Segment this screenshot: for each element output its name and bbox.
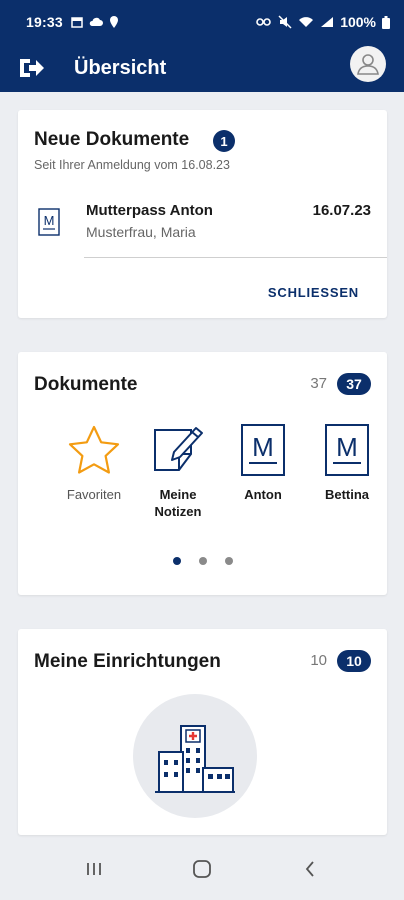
user-icon bbox=[357, 54, 379, 75]
new-documents-badge: 1 bbox=[213, 130, 235, 152]
facilities-badge: 10 bbox=[337, 650, 371, 672]
page-indicator bbox=[18, 557, 387, 565]
tile-anton[interactable]: M Anton bbox=[221, 422, 305, 503]
star-icon bbox=[68, 425, 120, 474]
key-icon bbox=[256, 18, 271, 26]
signal-icon bbox=[321, 17, 334, 27]
tile-bettina[interactable]: M Bettina bbox=[305, 422, 389, 503]
system-navigation-bar bbox=[0, 838, 404, 900]
calendar-icon bbox=[71, 17, 83, 28]
svg-text:M: M bbox=[252, 432, 274, 462]
profile-avatar-button[interactable] bbox=[350, 46, 386, 82]
documents-badge: 37 bbox=[337, 373, 371, 395]
notes-icon bbox=[154, 427, 203, 471]
hospital-icon bbox=[155, 725, 235, 793]
back-button[interactable] bbox=[290, 849, 330, 889]
home-button[interactable] bbox=[182, 849, 222, 889]
page-dot[interactable] bbox=[198, 557, 207, 565]
mute-icon bbox=[278, 15, 292, 29]
document-m-icon: M bbox=[325, 424, 369, 476]
document-date: 16.07.23 bbox=[312, 202, 371, 219]
recent-apps-icon bbox=[87, 863, 101, 875]
documents-card: Dokumente 37 37 Favoriten Meine Notizen bbox=[18, 352, 387, 595]
document-name: Mutterpass Anton bbox=[86, 202, 213, 219]
documents-count: 37 bbox=[310, 375, 327, 392]
facilities-count: 10 bbox=[310, 652, 327, 669]
page-dot[interactable] bbox=[172, 557, 181, 565]
status-time: 19:33 bbox=[26, 14, 63, 30]
battery-percent: 100% bbox=[340, 14, 376, 30]
documents-tiles: Favoriten Meine Notizen M Anton M Bettin… bbox=[18, 422, 387, 532]
documents-title: Dokumente bbox=[34, 374, 138, 395]
logout-button[interactable] bbox=[14, 51, 48, 85]
status-bar: 19:33 100% bbox=[0, 0, 404, 44]
new-documents-card: Neue Dokumente 1 Seit Ihrer Anmeldung vo… bbox=[18, 110, 387, 318]
tile-label: Anton bbox=[244, 487, 282, 502]
new-documents-subtitle: Seit Ihrer Anmeldung vom 16.08.23 bbox=[34, 158, 230, 172]
app-bar: Übersicht bbox=[0, 44, 404, 92]
logout-icon bbox=[20, 59, 44, 77]
back-icon bbox=[305, 861, 314, 877]
page-title: Übersicht bbox=[74, 56, 167, 79]
tile-label: Meine Notizen bbox=[154, 487, 202, 519]
recent-apps-button[interactable] bbox=[74, 849, 114, 889]
cloud-icon bbox=[89, 17, 103, 26]
page-dot[interactable] bbox=[224, 557, 233, 565]
new-document-item[interactable]: M Mutterpass Anton 16.07.23 Musterfrau, … bbox=[34, 198, 387, 258]
document-owner: Musterfrau, Maria bbox=[86, 224, 196, 240]
battery-icon bbox=[382, 15, 390, 29]
tile-label: Bettina bbox=[324, 487, 370, 502]
wifi-icon bbox=[299, 17, 314, 27]
divider bbox=[84, 257, 387, 258]
tile-favoriten[interactable]: Favoriten bbox=[52, 422, 136, 503]
close-button[interactable]: SCHLIESSEN bbox=[268, 285, 359, 300]
facilities-title: Meine Einrichtungen bbox=[34, 651, 221, 672]
home-icon bbox=[193, 860, 211, 878]
new-documents-title: Neue Dokumente bbox=[34, 129, 190, 150]
location-icon bbox=[109, 16, 118, 28]
svg-text:M: M bbox=[44, 213, 55, 228]
tile-meine-notizen[interactable]: Meine Notizen bbox=[136, 422, 220, 520]
facilities-card[interactable]: Meine Einrichtungen 10 10 bbox=[18, 629, 387, 835]
document-m-icon: M bbox=[241, 424, 285, 476]
svg-text:M: M bbox=[336, 432, 358, 462]
tile-label: Favoriten bbox=[66, 487, 122, 502]
facility-illustration bbox=[133, 694, 257, 818]
document-m-icon: M bbox=[38, 208, 60, 236]
